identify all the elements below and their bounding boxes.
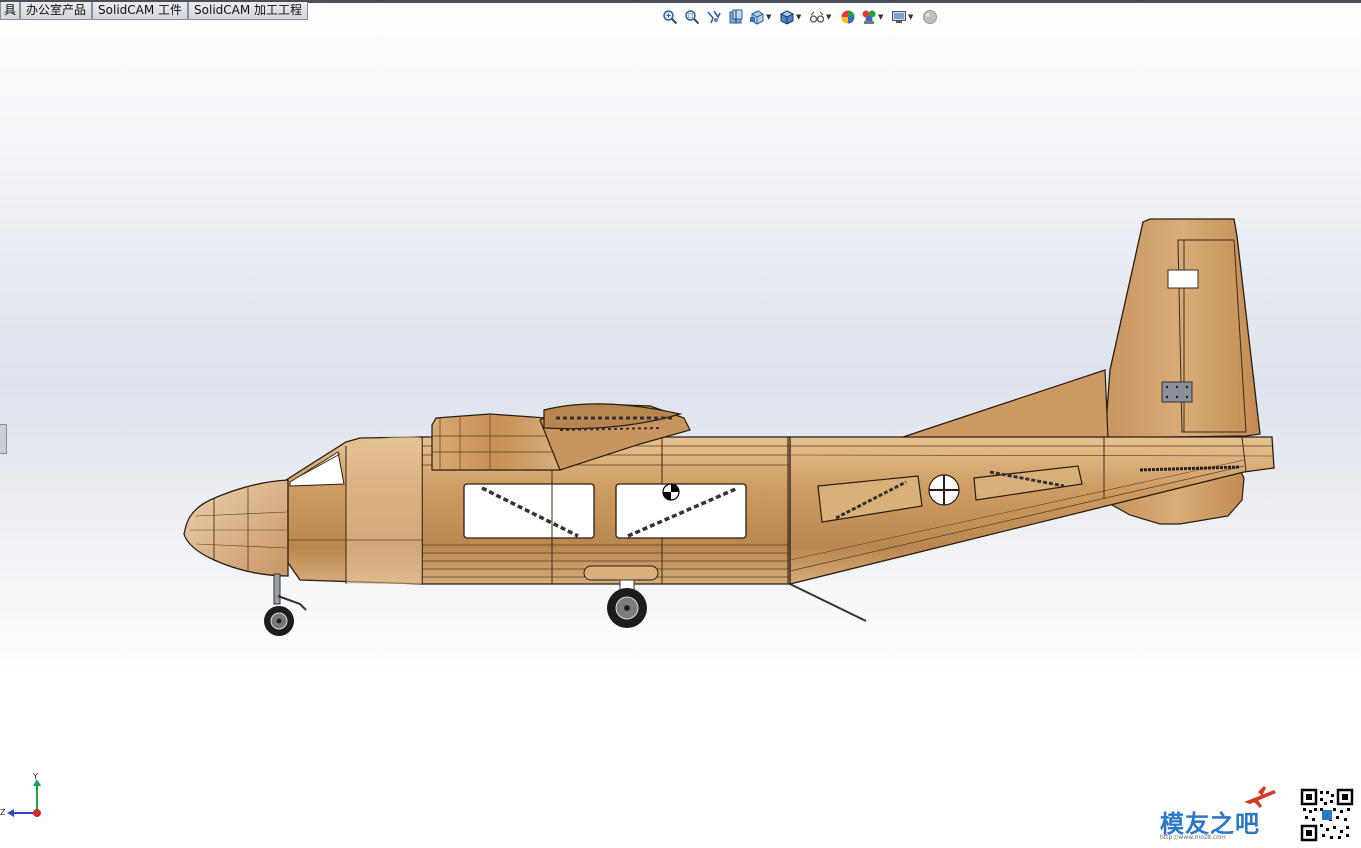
vertical-stabilizer [1104, 218, 1261, 439]
graphics-viewport[interactable]: 具 办公室产品 SolidCAM 工件 SolidCAM 加工工程 ▼ ▼ ▼ … [0, 0, 1361, 848]
nose-cone [183, 479, 289, 577]
nose-landing-gear [264, 573, 307, 636]
dorsal-fin [899, 369, 1109, 439]
airplane-model[interactable] [0, 0, 1361, 848]
axis-triad-icon [7, 779, 41, 817]
site-watermark: 模友之吧 http://www.moz8.com [1156, 784, 1276, 844]
cockpit-section [285, 436, 423, 585]
tail-skid [789, 583, 867, 622]
main-landing-gear [607, 579, 647, 628]
triad-z-label: Z [0, 808, 6, 817]
watermark-url: http://www.moz8.com [1160, 834, 1226, 841]
qr-code-icon [1300, 788, 1354, 842]
reference-triad: Y Z [0, 770, 50, 824]
triad-y-label: Y [33, 772, 38, 781]
